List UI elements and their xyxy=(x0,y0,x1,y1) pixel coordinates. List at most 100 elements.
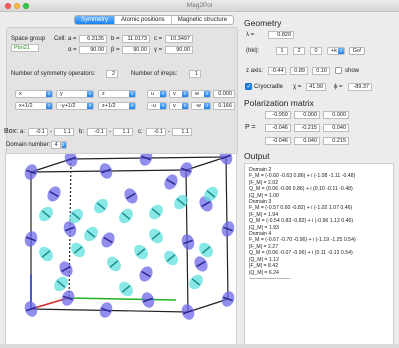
symop-1-y-select[interactable]: y ⇕ xyxy=(56,90,94,98)
output-line: ------------------------ xyxy=(249,275,291,282)
chevron-down-icon: ⇕ xyxy=(46,103,52,109)
space-group-field[interactable]: Pbn21 xyxy=(11,44,39,52)
phi-label: ϕ = xyxy=(334,84,343,90)
cell-gamma-field[interactable]: 90.00 xyxy=(165,46,193,54)
k-field[interactable]: 2 xyxy=(293,47,305,55)
num-irreps-field[interactable]: 1 xyxy=(189,70,201,78)
go-button[interactable]: Go! xyxy=(349,47,365,55)
symop-2-u-select[interactable]: -u ⇕ xyxy=(147,102,167,110)
symop-1-phase-field[interactable]: 0.000 xyxy=(213,90,235,98)
chevron-down-icon: ⇕ xyxy=(129,91,135,97)
tab-bar: Symmetry Atomic positions Magnetic struc… xyxy=(74,15,235,25)
box-a-max-field[interactable]: 1.1 xyxy=(54,128,74,136)
window-bottom-bar xyxy=(0,344,399,348)
range-separator: - xyxy=(109,129,111,135)
domain-number-stepper[interactable]: ⇕ xyxy=(61,141,67,149)
chevron-down-icon: ⇕ xyxy=(160,91,166,97)
phi-field[interactable]: -89.37 xyxy=(348,83,372,91)
pmatrix-cell: -0.215 xyxy=(294,124,320,132)
z-axis-z-field[interactable]: 0.10 xyxy=(312,67,330,75)
symop-1-x-select[interactable]: x ⇕ xyxy=(15,90,53,98)
box-a-min-field[interactable]: -0.1 xyxy=(28,128,48,136)
cell-b-field[interactable]: 11.0173 xyxy=(122,35,150,43)
symop-2-v-select[interactable]: v ⇕ xyxy=(169,102,189,110)
pmatrix-cell: 0.000 xyxy=(323,111,349,119)
box-c-label: c: xyxy=(138,129,143,135)
pmatrix-cell: -0.959 xyxy=(265,111,291,119)
cell-beta-field[interactable]: 90.00 xyxy=(122,46,150,54)
show-checkbox[interactable] xyxy=(335,67,342,74)
box-c-max-field[interactable]: 1.1 xyxy=(172,128,192,136)
lambda-label: λ = xyxy=(246,32,255,38)
range-separator: - xyxy=(50,129,52,135)
cryocradle-checkbox[interactable] xyxy=(245,83,252,90)
symop-1-u-value: u xyxy=(151,91,155,97)
symop-2-y-select[interactable]: -y+1/2 ⇕ xyxy=(56,102,94,110)
symop-2-w-select[interactable]: -w ⇕ xyxy=(191,102,211,110)
chevron-down-icon: ⇕ xyxy=(61,142,66,148)
num-symops-field[interactable]: 2 xyxy=(106,70,118,78)
chevron-down-icon: ⇕ xyxy=(87,103,93,109)
chi-field[interactable]: 41.90 xyxy=(306,83,326,91)
axis-b xyxy=(67,297,177,301)
chevron-down-icon: ⇕ xyxy=(160,103,166,109)
beta-label: β = xyxy=(111,47,120,53)
atoms-group xyxy=(24,154,235,320)
z-axis-y-field[interactable]: 0.89 xyxy=(290,67,308,75)
l-field[interactable]: 0 xyxy=(310,47,322,55)
symop-1-z-value: z xyxy=(102,91,105,97)
window-titlebar: Mag2Pol xyxy=(0,0,399,12)
cell-c-field[interactable]: 10.3497 xyxy=(165,35,193,43)
pmatrix-cell: 0.215 xyxy=(323,137,349,145)
cell-alpha-field[interactable]: 90.00 xyxy=(79,46,107,54)
symop-2-v-value: v xyxy=(173,103,176,109)
chevron-down-icon: ⇕ xyxy=(87,91,93,97)
domain-number-field[interactable]: 4 xyxy=(51,141,61,149)
structure-svg xyxy=(24,154,235,320)
box-b-min-field[interactable]: -0.1 xyxy=(87,128,107,136)
structure-3d-view[interactable] xyxy=(5,153,237,348)
z-axis-x-field[interactable]: -0.44 xyxy=(268,67,286,75)
output-text-area[interactable]: Domain 2 F_M = (-0.60 -0.63 0.86) + i (-… xyxy=(244,163,394,345)
symop-2-u-value: -u xyxy=(151,103,156,109)
domain-number-label: Domain number: xyxy=(6,142,51,148)
box-b-max-field[interactable]: 1.1 xyxy=(113,128,133,136)
h-field[interactable]: 1 xyxy=(276,47,288,55)
box-c-min-field[interactable]: -0.1 xyxy=(146,128,166,136)
symop-1-z-select[interactable]: z ⇕ xyxy=(98,90,136,98)
output-title: Output xyxy=(244,151,270,161)
hkl-label: (hkl): xyxy=(246,48,260,54)
pmatrix-cell: -0.046 xyxy=(265,124,291,132)
window-title: Mag2Pol xyxy=(186,2,213,9)
symop-2-x-value: x+1/2 xyxy=(19,103,33,109)
tab-atomic-positions[interactable]: Atomic positions xyxy=(115,16,172,24)
cryocradle-label: Cryocradle xyxy=(254,84,284,90)
symop-2-x-select[interactable]: x+1/2 ⇕ xyxy=(15,102,53,110)
tab-magnetic-structure[interactable]: Magnetic structure xyxy=(172,16,233,24)
num-irreps-label: Number of irreps: xyxy=(131,71,178,77)
chevron-down-icon: ⇕ xyxy=(204,91,210,97)
pmatrix-cell: 0.040 xyxy=(323,124,349,132)
symop-2-phase-field[interactable]: 0.166 xyxy=(213,102,235,110)
num-symops-label: Number of symmetry operators: xyxy=(11,71,96,77)
symop-2-w-value: -w xyxy=(195,103,201,109)
hkl-mode-value: +k xyxy=(331,48,337,54)
box-a-label: a: xyxy=(20,129,26,135)
tab-symmetry[interactable]: Symmetry xyxy=(75,16,115,24)
chevron-down-icon: ⇕ xyxy=(204,103,210,109)
hkl-mode-select[interactable]: +k ⇕ xyxy=(327,47,345,55)
box-b-label: b: xyxy=(79,129,85,135)
a-label: a = xyxy=(68,36,77,42)
symop-1-u-select[interactable]: u ⇕ xyxy=(147,90,167,98)
cell-label: Cell: xyxy=(54,36,67,42)
cell-a-field[interactable]: 6.3135 xyxy=(79,35,107,43)
chi-label: χ = xyxy=(293,84,302,90)
chevron-down-icon: ⇕ xyxy=(182,91,188,97)
z-axis-label: z axis: xyxy=(246,68,264,74)
symop-2-z-select[interactable]: z+1/2 ⇕ xyxy=(98,102,136,110)
symop-1-w-select[interactable]: w ⇕ xyxy=(191,90,211,98)
gamma-label: γ = xyxy=(154,47,163,53)
lambda-field[interactable]: 0.820 xyxy=(268,31,294,39)
symop-1-v-select[interactable]: v ⇕ xyxy=(169,90,189,98)
chevron-down-icon: ⇕ xyxy=(182,103,188,109)
